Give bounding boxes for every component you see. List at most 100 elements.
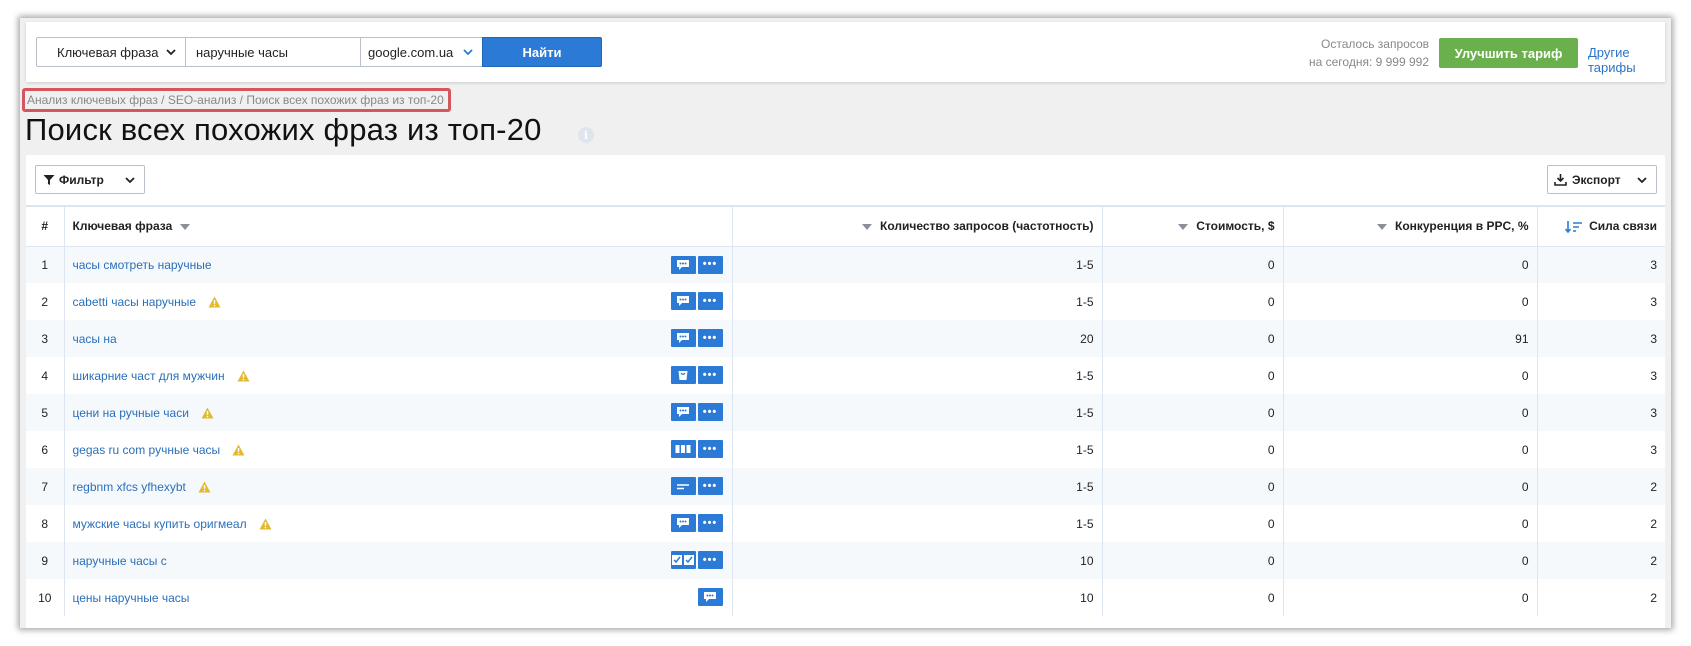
more-actions-button[interactable]: ••• bbox=[697, 514, 723, 532]
export-button[interactable]: Экспорт bbox=[1547, 165, 1657, 194]
column-header-index: # bbox=[41, 219, 49, 234]
cost-cell: 0 bbox=[1101, 505, 1283, 542]
relevance-cell: 2 bbox=[1536, 468, 1665, 505]
breadcrumb[interactable]: Анализ ключевых фраз / SEO-анализ / Поис… bbox=[22, 88, 451, 112]
serp-feature-button[interactable] bbox=[670, 366, 696, 384]
more-actions-button[interactable]: ••• bbox=[697, 440, 723, 458]
column-header-keyword[interactable]: Ключевая фраза bbox=[63, 206, 732, 246]
relevance-cell: 3 bbox=[1536, 283, 1665, 320]
upgrade-plan-button[interactable]: Улучшить тариф bbox=[1439, 38, 1578, 68]
warning-icon bbox=[259, 518, 272, 529]
find-button[interactable]: Найти bbox=[482, 37, 602, 67]
keyword-link[interactable]: часы на bbox=[73, 332, 117, 346]
volume-cell: 1-5 bbox=[731, 246, 1102, 283]
database-label: google.com.ua bbox=[368, 44, 454, 60]
row-index: 9 bbox=[41, 553, 49, 568]
relevance-cell: 2 bbox=[1536, 542, 1665, 579]
keyword-cell: наручные часы с ••• bbox=[63, 542, 732, 579]
more-actions-button[interactable]: ••• bbox=[697, 255, 723, 274]
competition-cell: 0 bbox=[1282, 468, 1537, 505]
more-actions-button[interactable]: ••• bbox=[697, 551, 723, 569]
row-actions: ••• bbox=[670, 514, 723, 532]
other-plans-link[interactable]: Другие тарифы bbox=[1588, 45, 1665, 75]
keyword-link[interactable]: мужские часы купить оригмеал bbox=[73, 517, 247, 531]
sort-arrow-icon[interactable] bbox=[1377, 224, 1387, 231]
database-select[interactable]: google.com.ua bbox=[360, 37, 483, 67]
more-icon: ••• bbox=[702, 479, 718, 492]
more-actions-button[interactable]: ••• bbox=[697, 477, 723, 495]
more-actions-button[interactable]: ••• bbox=[697, 329, 723, 347]
more-icon: ••• bbox=[702, 442, 718, 455]
export-label: Экспорт bbox=[1572, 172, 1621, 187]
sort-descending-icon[interactable] bbox=[1565, 221, 1583, 234]
more-icon: ••• bbox=[702, 368, 718, 381]
serp-feature-button[interactable] bbox=[670, 440, 696, 458]
keyword-link[interactable]: шикарние част для мужчин bbox=[73, 369, 225, 383]
keyword-cell: цены наручные часы bbox=[63, 579, 732, 616]
row-actions: ••• bbox=[670, 329, 723, 347]
table-header-row: # Ключевая фраза Количество запросов (ча… bbox=[26, 206, 1665, 246]
serp-feature-button[interactable] bbox=[670, 255, 696, 274]
sort-arrow-icon[interactable] bbox=[180, 224, 191, 231]
column-header-volume[interactable]: Количество запросов (частотность) bbox=[731, 206, 1102, 246]
search-input[interactable] bbox=[185, 37, 361, 67]
column-header-relevance[interactable]: Сила связи bbox=[1536, 206, 1665, 246]
competition-cell: 0 bbox=[1282, 431, 1537, 468]
table-row: 4 шикарние част для мужчин ••• 1-5 0 0 3 bbox=[26, 357, 1665, 394]
keyword-cell: cabetti часы наручные ••• bbox=[63, 283, 732, 320]
competition-cell: 0 bbox=[1282, 579, 1537, 616]
serp-feature-button[interactable] bbox=[670, 292, 696, 310]
filter-button[interactable]: Фильтр bbox=[35, 165, 145, 194]
serp-feature-button[interactable] bbox=[670, 477, 696, 495]
row-index: 3 bbox=[41, 331, 49, 346]
serp-feature-button[interactable] bbox=[697, 588, 723, 606]
sort-arrow-icon[interactable] bbox=[862, 224, 872, 231]
warning-icon bbox=[198, 481, 211, 492]
competition-cell: 0 bbox=[1282, 283, 1537, 320]
quota-line-1: Осталось запросов bbox=[1321, 37, 1429, 51]
serp-feature-button[interactable] bbox=[670, 514, 696, 532]
row-actions bbox=[697, 588, 723, 606]
more-actions-button[interactable]: ••• bbox=[697, 366, 723, 384]
sort-arrow-icon[interactable] bbox=[1178, 224, 1189, 231]
serp-feature-button[interactable] bbox=[670, 551, 696, 569]
column-header-competition[interactable]: Конкуренция в PPC, % bbox=[1282, 206, 1537, 246]
table-row: 9 наручные часы с ••• 10 0 0 2 bbox=[26, 542, 1665, 579]
column-header-cost[interactable]: Стоимость, $ bbox=[1101, 206, 1283, 246]
more-icon: ••• bbox=[702, 331, 718, 344]
table-row: 10 цены наручные часы 10 0 0 2 bbox=[26, 579, 1665, 616]
table-row: 1 часы смотреть наручные ••• 1-5 0 0 3 bbox=[26, 246, 1665, 283]
row-actions: ••• bbox=[670, 292, 723, 310]
text-lines-icon bbox=[677, 484, 689, 490]
search-type-select[interactable]: Ключевая фраза bbox=[36, 37, 186, 67]
keyword-link[interactable]: gegas ru com ручные часы bbox=[73, 443, 221, 457]
keyword-link[interactable]: regbnm xfcs yfhexybt bbox=[73, 480, 186, 494]
keyword-link[interactable]: цены наручные часы bbox=[73, 591, 190, 605]
more-actions-button[interactable]: ••• bbox=[697, 403, 723, 421]
serp-feature-button[interactable] bbox=[670, 329, 696, 347]
more-actions-button[interactable]: ••• bbox=[697, 292, 723, 310]
more-icon: ••• bbox=[702, 516, 718, 529]
relevance-cell: 3 bbox=[1536, 246, 1665, 283]
row-index: 10 bbox=[38, 590, 52, 605]
keyword-link[interactable]: cabetti часы наручные bbox=[73, 295, 197, 309]
warning-icon bbox=[237, 370, 250, 381]
info-icon[interactable]: i bbox=[578, 127, 594, 143]
relevance-cell: 3 bbox=[1536, 431, 1665, 468]
serp-feature-button[interactable] bbox=[670, 403, 696, 421]
row-actions: ••• bbox=[670, 477, 723, 495]
keyword-cell: шикарние част для мужчин ••• bbox=[63, 357, 732, 394]
competition-cell: 0 bbox=[1282, 542, 1537, 579]
snippet-icon bbox=[704, 592, 716, 602]
snippet-icon bbox=[677, 333, 689, 343]
column-header-relevance-label: Сила связи bbox=[1589, 219, 1657, 234]
row-index: 6 bbox=[41, 442, 49, 457]
search-type-label: Ключевая фраза bbox=[57, 44, 159, 60]
keyword-link[interactable]: наручные часы с bbox=[73, 554, 167, 568]
more-icon: ••• bbox=[702, 294, 718, 307]
page-title: Поиск всех похожих фраз из топ-20 bbox=[25, 112, 542, 147]
keyword-link[interactable]: часы смотреть наручные bbox=[73, 258, 212, 272]
relevance-cell: 3 bbox=[1536, 320, 1665, 357]
cost-cell: 0 bbox=[1101, 542, 1283, 579]
keyword-link[interactable]: цени на ручные часи bbox=[73, 406, 189, 420]
